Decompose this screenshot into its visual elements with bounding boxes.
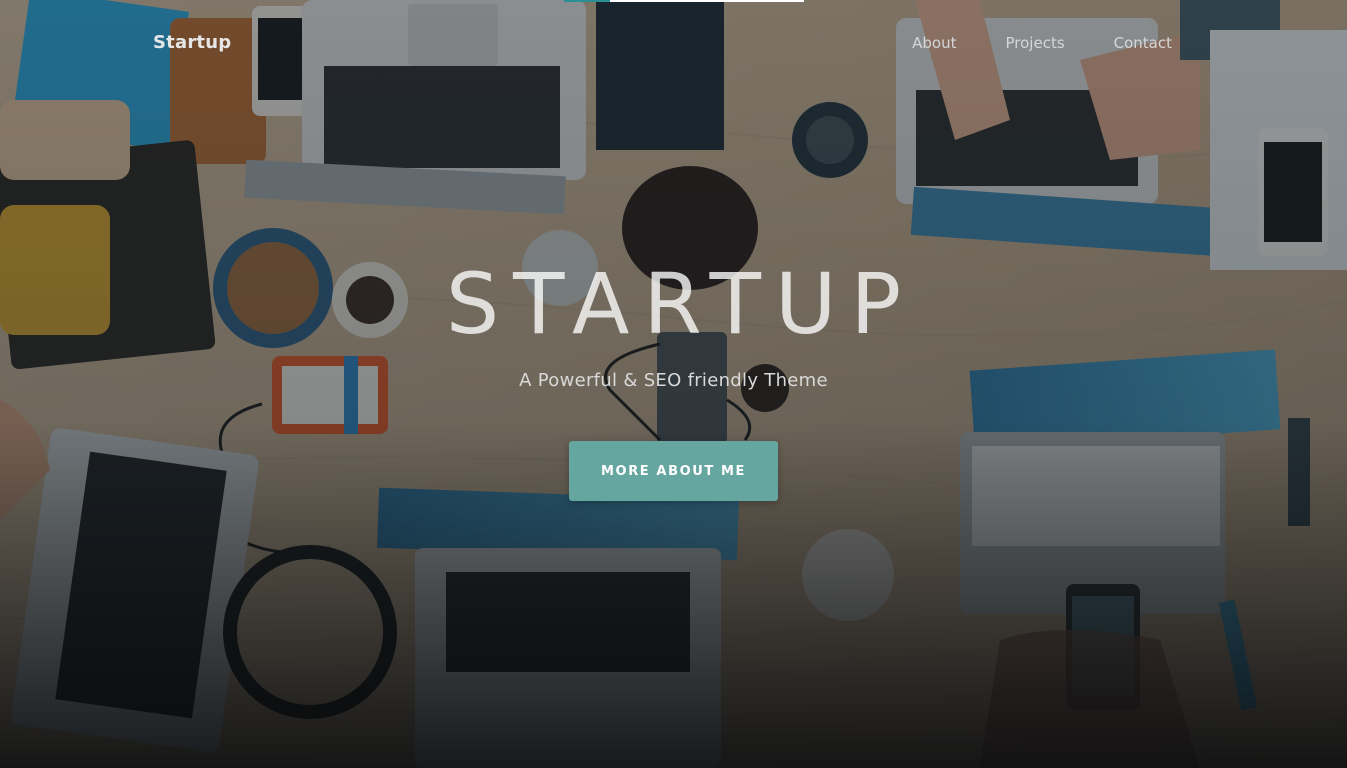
hero-subtitle: A Powerful & SEO friendly Theme: [519, 370, 828, 392]
nav-links: About Projects Contact: [912, 34, 1172, 52]
more-about-me-button[interactable]: MORE ABOUT ME: [569, 441, 778, 502]
nav-link-about[interactable]: About: [912, 34, 956, 52]
hero-title: STARTUP: [445, 255, 916, 353]
hero-content: STARTUP A Powerful & SEO friendly Theme …: [0, 255, 1347, 502]
nav-link-contact[interactable]: Contact: [1114, 34, 1172, 52]
brand-logo-link[interactable]: Startup: [153, 32, 231, 53]
nav-link-projects[interactable]: Projects: [1006, 34, 1065, 52]
hero-section: Startup About Projects Contact STARTUP A…: [0, 0, 1347, 768]
navbar: Startup About Projects Contact: [0, 0, 1347, 86]
